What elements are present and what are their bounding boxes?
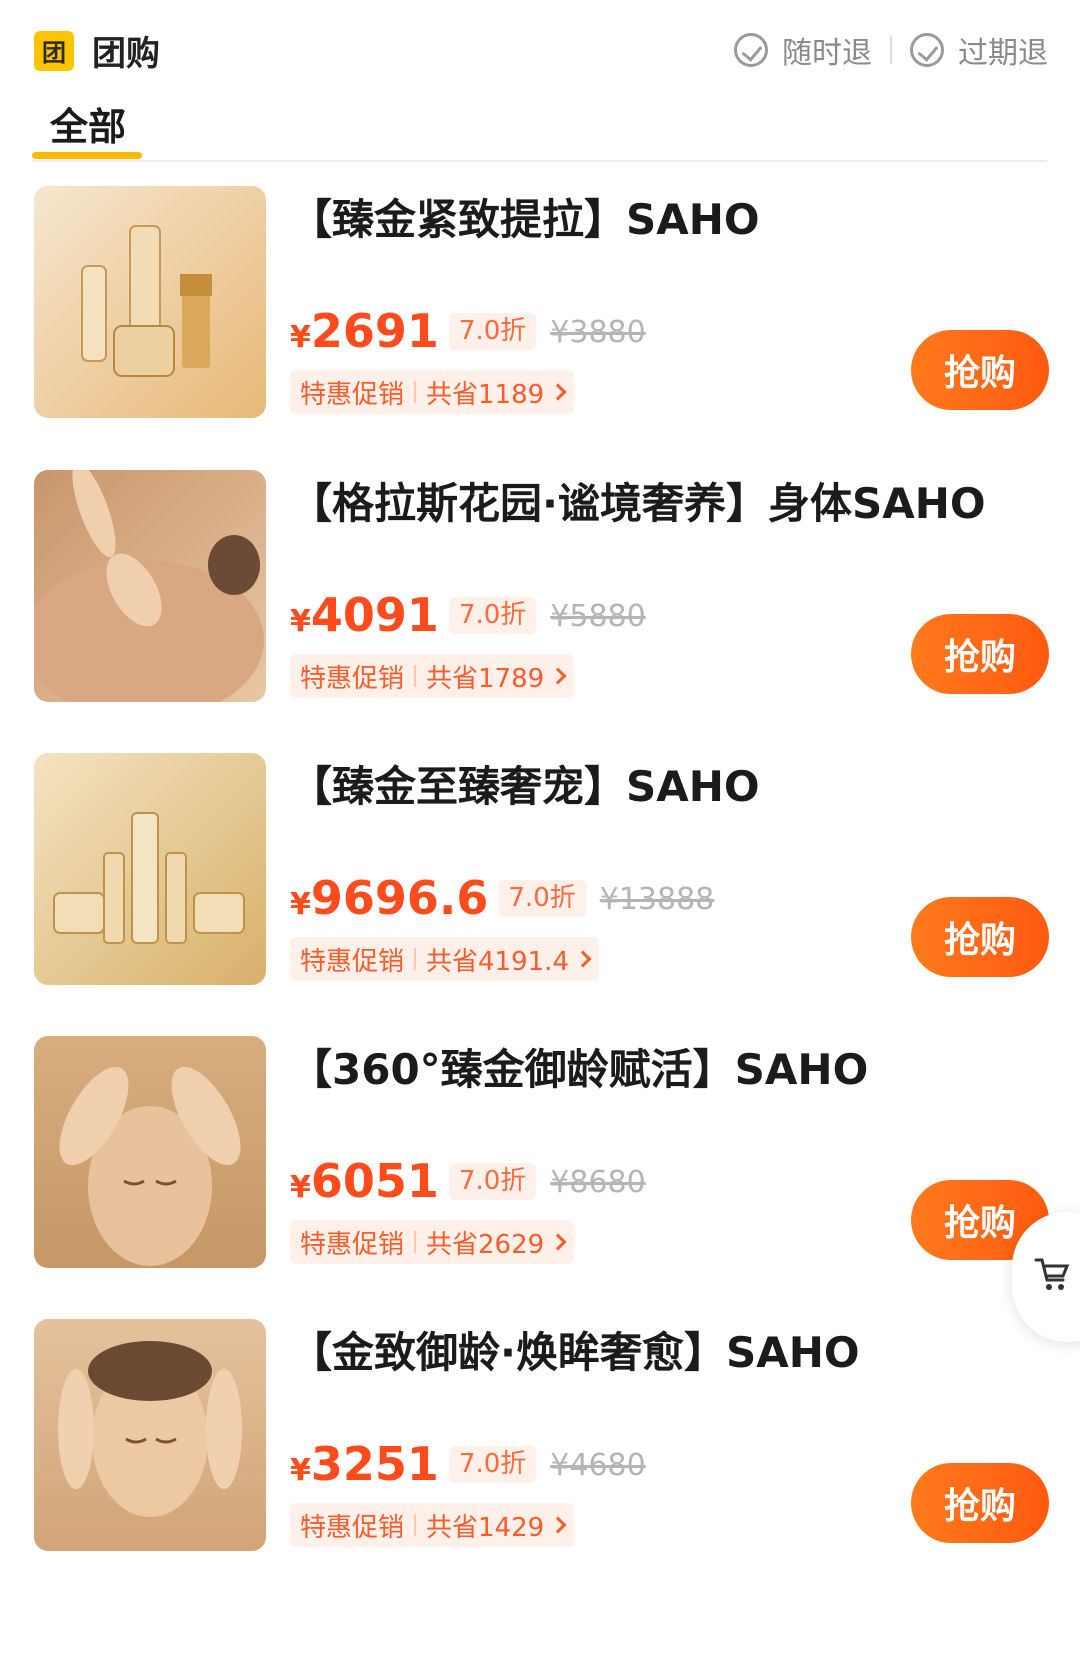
deal-item[interactable]: 【臻金至臻奢宠】SAHO ¥9696.6 7.0折 ¥13888 特惠促销 共省… — [34, 753, 1049, 985]
saving-amount: 共省4191.4 — [426, 946, 569, 977]
guarantee-refund-anytime: 随时退 — [734, 28, 872, 72]
deal-item[interactable]: 【臻金紧致提拉】SAHO ¥2691 7.0折 ¥3880 特惠促销 共省118… — [34, 186, 1049, 418]
promo-tag[interactable]: 特惠促销 共省1429 — [290, 1503, 575, 1547]
original-price: ¥5880 — [550, 599, 646, 634]
promo-tag[interactable]: 特惠促销 共省2629 — [290, 1220, 575, 1264]
discount-badge: 7.0折 — [448, 1163, 537, 1200]
divider — [414, 665, 417, 687]
original-price: ¥13888 — [599, 882, 715, 917]
guarantee-label: 随时退 — [782, 36, 872, 71]
divider — [414, 381, 417, 403]
deal-title: 【金致御龄·焕眸奢愈】SAHO — [290, 1328, 860, 1377]
discount-badge: 7.0折 — [448, 313, 537, 350]
promo-label: 特惠促销 — [300, 1512, 405, 1543]
price-row: ¥9696.6 7.0折 ¥13888 — [290, 875, 714, 921]
current-price: ¥6051 — [290, 1154, 439, 1208]
tab-all[interactable]: 全部 — [50, 96, 126, 151]
saving-amount: 共省1429 — [426, 1512, 545, 1543]
product-image[interactable] — [34, 470, 266, 702]
promo-label: 特惠促销 — [300, 379, 405, 410]
original-price: ¥3880 — [550, 315, 646, 350]
current-price: ¥2691 — [290, 304, 439, 358]
price-row: ¥2691 7.0折 ¥3880 — [290, 308, 646, 354]
deal-title: 【格拉斯花园·谧境奢养】身体SAHO — [290, 479, 986, 528]
saving-amount: 共省1189 — [426, 379, 545, 410]
product-image[interactable] — [34, 1036, 266, 1268]
buy-button[interactable]: 抢购 — [911, 897, 1049, 977]
guarantee-refund-expired: 过期退 — [910, 28, 1048, 72]
current-price: ¥9696.6 — [290, 871, 489, 925]
guarantee-label: 过期退 — [958, 36, 1048, 71]
group-buy-header: 团 团购 随时退 过期退 — [0, 0, 1080, 100]
divider — [890, 36, 892, 64]
product-image[interactable] — [34, 1319, 266, 1551]
deal-item[interactable]: 【金致御龄·焕眸奢愈】SAHO ¥3251 7.0折 ¥4680 特惠促销 共省… — [34, 1319, 1049, 1551]
shopping-cart-icon — [1034, 1258, 1070, 1290]
original-price: ¥4680 — [550, 1448, 646, 1483]
group-buy-badge-icon: 团 — [34, 30, 74, 71]
chevron-right-icon — [549, 383, 567, 401]
price-row: ¥6051 7.0折 ¥8680 — [290, 1158, 646, 1204]
brand: 团 团购 — [34, 26, 160, 75]
divider — [414, 948, 417, 970]
price-row: ¥3251 7.0折 ¥4680 — [290, 1441, 646, 1487]
check-circle-icon — [734, 33, 768, 67]
saving-amount: 共省1789 — [426, 663, 545, 694]
deal-title: 【360°臻金御龄赋活】SAHO — [290, 1045, 869, 1094]
price-row: ¥4091 7.0折 ¥5880 — [290, 592, 646, 638]
section-title: 团购 — [92, 34, 160, 74]
promo-tag[interactable]: 特惠促销 共省1789 — [290, 654, 575, 698]
deal-title: 【臻金至臻奢宠】SAHO — [290, 762, 760, 811]
buy-button[interactable]: 抢购 — [911, 1463, 1049, 1543]
promo-label: 特惠促销 — [300, 946, 405, 977]
buy-button[interactable]: 抢购 — [911, 614, 1049, 694]
discount-badge: 7.0折 — [448, 1446, 537, 1483]
discount-badge: 7.0折 — [448, 597, 537, 634]
original-price: ¥8680 — [550, 1165, 646, 1200]
chevron-right-icon — [549, 667, 567, 685]
chevron-right-icon — [549, 1516, 567, 1534]
guarantees: 随时退 过期退 — [734, 28, 1048, 72]
divider — [414, 1231, 417, 1253]
chevron-right-icon — [574, 950, 592, 968]
buy-button[interactable]: 抢购 — [911, 330, 1049, 410]
current-price: ¥3251 — [290, 1437, 439, 1491]
tab-bar: 全部 — [32, 92, 1047, 162]
promo-label: 特惠促销 — [300, 1229, 405, 1260]
divider — [414, 1514, 417, 1536]
current-price: ¥4091 — [290, 588, 439, 642]
product-image[interactable] — [34, 753, 266, 985]
product-image[interactable] — [34, 186, 266, 418]
check-circle-icon — [910, 33, 944, 67]
deal-item[interactable]: 【360°臻金御龄赋活】SAHO ¥6051 7.0折 ¥8680 特惠促销 共… — [34, 1036, 1049, 1268]
promo-label: 特惠促销 — [300, 663, 405, 694]
deal-title: 【臻金紧致提拉】SAHO — [290, 195, 760, 244]
active-tab-indicator — [32, 152, 142, 159]
discount-badge: 7.0折 — [498, 880, 586, 917]
promo-tag[interactable]: 特惠促销 共省4191.4 — [290, 937, 599, 981]
chevron-right-icon — [549, 1233, 567, 1251]
deal-item[interactable]: 【格拉斯花园·谧境奢养】身体SAHO ¥4091 7.0折 ¥5880 特惠促销… — [34, 470, 1049, 702]
promo-tag[interactable]: 特惠促销 共省1189 — [290, 370, 575, 414]
saving-amount: 共省2629 — [426, 1229, 545, 1260]
